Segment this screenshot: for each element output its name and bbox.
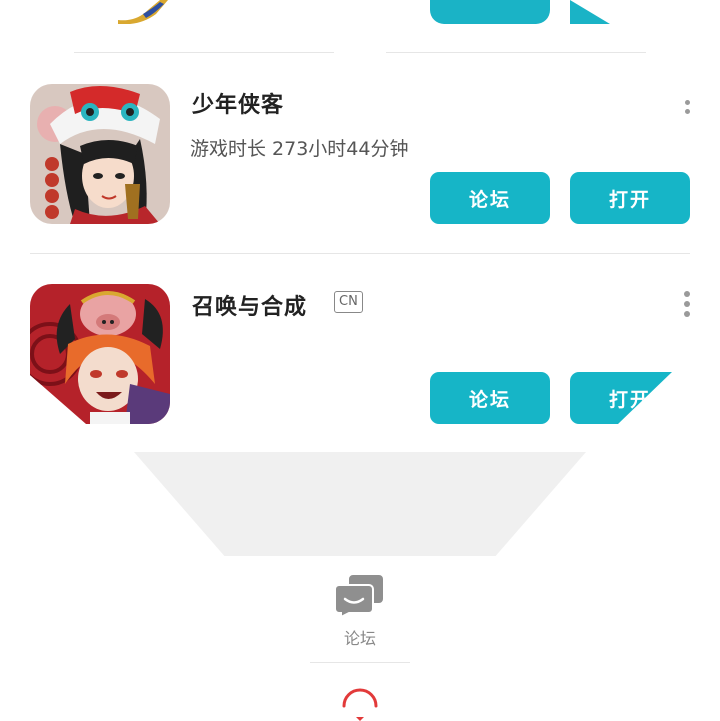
more-vertical-icon[interactable] bbox=[682, 100, 692, 114]
game-title: 召唤与合成 bbox=[192, 294, 308, 320]
forum-label[interactable]: 论坛 bbox=[0, 625, 720, 649]
game-title: 少年侠客 bbox=[192, 92, 285, 118]
divider bbox=[310, 662, 410, 663]
loading-spinner-icon bbox=[342, 688, 378, 721]
game-playtime: 游戏时长 273小时44分钟 bbox=[190, 138, 409, 160]
placeholder-panel bbox=[134, 452, 586, 556]
game-row-zhaohuan-yu-hecheng[interactable]: 召唤与合成 CN 论坛 打开 bbox=[0, 254, 720, 454]
divider bbox=[74, 52, 334, 53]
partial-game-icon bbox=[118, 0, 168, 24]
partial-forum-button[interactable] bbox=[430, 0, 550, 24]
region-tag: CN bbox=[334, 291, 363, 313]
game-icon-zhaohuan-yu-hecheng[interactable] bbox=[30, 284, 170, 424]
partial-open-button[interactable] bbox=[570, 0, 610, 24]
forum-button[interactable]: 论坛 bbox=[430, 172, 550, 224]
more-vertical-icon[interactable] bbox=[682, 291, 692, 317]
forum-button[interactable]: 论坛 bbox=[430, 372, 550, 424]
divider bbox=[386, 52, 646, 53]
game-row-shaonian-xiake[interactable]: 少年侠客 游戏时长 273小时44分钟 论坛 打开 bbox=[0, 54, 720, 254]
open-button[interactable]: 打开 bbox=[570, 172, 690, 224]
game-icon-shaonian-xiake[interactable] bbox=[30, 84, 170, 224]
open-button[interactable]: 打开 bbox=[570, 372, 672, 424]
forum-chat-icon[interactable] bbox=[335, 575, 385, 617]
